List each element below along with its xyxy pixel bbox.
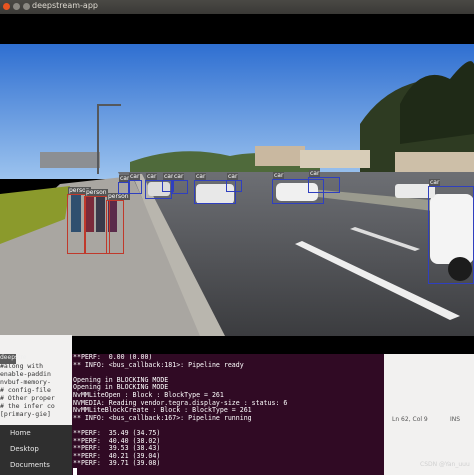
terminal-line: ** INFO: <bus_callback:167>: Pipeline ru… <box>73 413 252 422</box>
bbox-car: car <box>308 170 340 193</box>
video-output: person person person car car car car car… <box>0 14 474 354</box>
editor-line: # Other proper <box>0 394 55 402</box>
bbox-label: car <box>129 173 141 180</box>
close-icon[interactable] <box>3 3 10 10</box>
bbox-label: car <box>227 173 239 180</box>
sidebar-item-desktop[interactable]: Desktop <box>0 441 72 457</box>
bbox-person: person <box>106 193 130 254</box>
bbox-label: car <box>309 170 321 177</box>
editor-line: [primary-gie] <box>0 410 51 418</box>
bbox-label: car <box>146 173 158 180</box>
cursor-position: Ln 62, Col 9 <box>392 416 428 423</box>
window-title: deepstream-app <box>32 1 98 10</box>
terminal-line: **PERF: 39.71 (39.08) <box>73 459 161 468</box>
editor-line: nvbuf-memory- <box>0 378 51 386</box>
terminal-cursor <box>73 467 77 475</box>
editor-right-panel <box>384 354 474 475</box>
editor-panel[interactable]: #along with enable-paddin nvbuf-memory- … <box>0 335 72 427</box>
bbox-car: car <box>128 173 142 194</box>
files-sidebar: Home Desktop Documents <box>0 425 72 475</box>
terminal-cursor-line <box>72 467 384 475</box>
sidebar-item-documents[interactable]: Documents <box>0 457 72 473</box>
sidebar-item-home[interactable]: Home <box>0 425 72 441</box>
window-titlebar: deepstream-app <box>0 0 474 15</box>
terminal-line: ** INFO: <bus_callback:181>: Pipeline re… <box>73 360 244 369</box>
editor-line: # config-file <box>0 386 51 394</box>
bbox-car: car <box>172 173 188 194</box>
watermark: CSDN @Yan_uuu <box>420 461 470 468</box>
minimize-icon[interactable] <box>13 3 20 10</box>
bbox-label: car <box>273 172 285 179</box>
editor-line: # the infer co <box>0 402 55 410</box>
terminal-window[interactable]: **PERF: 0.00 (0.00) ** INFO: <bus_callba… <box>72 354 384 475</box>
bbox-car: car <box>428 179 474 284</box>
bbox-label: car <box>429 179 441 186</box>
bbox-label: car <box>173 173 185 180</box>
maximize-icon[interactable] <box>23 3 30 10</box>
bbox-label: person <box>107 193 130 200</box>
editor-tab[interactable]: deepstre <box>0 354 27 364</box>
bbox-car: car <box>226 173 242 192</box>
bbox-label: car <box>195 173 207 180</box>
bbox-label: person <box>85 189 108 196</box>
editor-line: enable-paddin <box>0 370 51 378</box>
insert-mode: INS <box>450 416 461 423</box>
